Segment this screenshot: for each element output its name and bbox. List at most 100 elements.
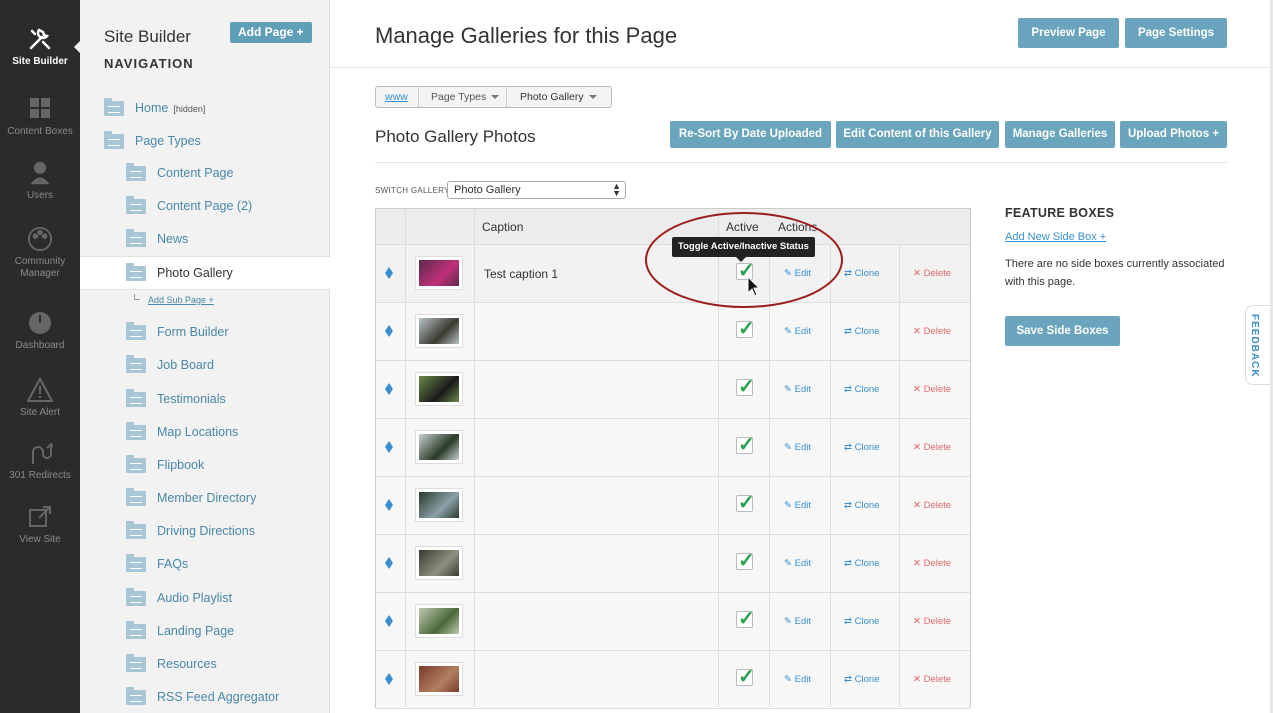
delete-button[interactable]: ✕ Delete (913, 268, 951, 279)
edit-gallery-content-button[interactable]: Edit Content of this Gallery (836, 121, 999, 148)
active-checkbox[interactable]: ✓ (736, 666, 755, 688)
delete-button[interactable]: ✕ Delete (913, 442, 951, 453)
active-checkbox[interactable]: ✓ (736, 608, 755, 630)
drag-sort-icon[interactable] (385, 557, 394, 569)
rail-content-boxes[interactable]: Content Boxes (0, 96, 80, 138)
active-checkbox[interactable]: ✓ (736, 492, 755, 514)
clone-button[interactable]: ⇄ Clone (844, 674, 879, 685)
edit-button[interactable]: ✎ Edit (784, 558, 811, 569)
delete-button[interactable]: ✕ Delete (913, 500, 951, 511)
nav-item-page-types[interactable]: Page Types (80, 126, 330, 156)
switch-gallery-select[interactable]: Photo Gallery ▲ ▼ (447, 181, 626, 199)
table-row: ✓ ✎ Edit ⇄ Clone ✕ Delete (376, 361, 970, 419)
nav-item-faqs[interactable]: FAQs (80, 549, 330, 579)
rail-site-alert[interactable]: Site Alert (0, 377, 80, 419)
feedback-tab[interactable]: FEEDBACK (1245, 305, 1273, 385)
nav-item-label: Map Locations (157, 425, 239, 439)
folder-icon (126, 263, 146, 281)
delete-button[interactable]: ✕ Delete (913, 616, 951, 627)
delete-button[interactable]: ✕ Delete (913, 384, 951, 395)
nav-item-photo-gallery[interactable]: Photo Gallery (80, 256, 330, 290)
nav-item-landing-page[interactable]: Landing Page (80, 616, 330, 646)
rail-users[interactable]: Users (0, 160, 80, 202)
nav-item-audio-playlist[interactable]: Audio Playlist (80, 583, 330, 613)
nav-item-content-page[interactable]: Content Page (80, 158, 330, 188)
delete-button[interactable]: ✕ Delete (913, 558, 951, 569)
clone-label: Clone (854, 442, 880, 453)
folder-icon (126, 196, 146, 214)
breadcrumb-page-types[interactable]: Page Types (431, 91, 500, 103)
add-sub-page-link[interactable]: Add Sub Page + (148, 295, 214, 305)
nav-item-job-board[interactable]: Job Board (80, 350, 330, 380)
nav-item-label: Job Board (157, 358, 214, 372)
nav-item-label: Flipbook (157, 458, 205, 472)
rail-community-manager[interactable]: Community Manager (0, 226, 80, 280)
rail-site-builder[interactable]: Site Builder (0, 26, 80, 68)
folder-icon (126, 229, 146, 247)
drag-sort-icon[interactable] (385, 499, 394, 511)
clone-label: Clone (854, 384, 880, 395)
active-checkbox[interactable]: ✓ (736, 550, 755, 572)
delete-button[interactable]: ✕ Delete (913, 326, 951, 337)
checkmark-icon: ✓ (738, 376, 755, 398)
nav-item-resources[interactable]: Resources (80, 649, 330, 679)
nav-item-news[interactable]: News (80, 224, 330, 254)
preview-page-button[interactable]: Preview Page (1018, 18, 1119, 48)
drag-sort-icon[interactable] (385, 383, 394, 395)
clone-button[interactable]: ⇄ Clone (844, 558, 879, 569)
select-arrows-icon: ▲ ▼ (612, 181, 621, 198)
photo-thumbnail (415, 314, 463, 348)
nav-item-member-directory[interactable]: Member Directory (80, 483, 330, 513)
drag-sort-icon[interactable] (385, 325, 394, 337)
page-settings-button[interactable]: Page Settings (1125, 18, 1227, 48)
clone-button[interactable]: ⇄ Clone (844, 268, 879, 279)
clone-button[interactable]: ⇄ Clone (844, 442, 879, 453)
edit-button[interactable]: ✎ Edit (784, 674, 811, 685)
sub-page-arrow-icon (134, 294, 140, 300)
nav-item-content-page-2[interactable]: Content Page (2) (80, 191, 330, 221)
nav-item-driving-directions[interactable]: Driving Directions (80, 516, 330, 546)
clone-button[interactable]: ⇄ Clone (844, 616, 879, 627)
clone-button[interactable]: ⇄ Clone (844, 500, 879, 511)
table-row: ✓ ✎ Edit ⇄ Clone ✕ Delete (376, 419, 970, 477)
add-page-button[interactable]: Add Page + (230, 22, 312, 43)
nav-item-form-builder[interactable]: Form Builder (80, 317, 330, 347)
nav-item-home[interactable]: Home [hidden] (80, 93, 330, 123)
upload-photos-button[interactable]: Upload Photos + (1120, 121, 1227, 148)
table-row: ✓ ✎ Edit ⇄ Clone ✕ Delete (376, 651, 970, 709)
clone-label: Clone (854, 616, 880, 627)
nav-item-flipbook[interactable]: Flipbook (80, 450, 330, 480)
active-checkbox[interactable]: ✓ (736, 318, 755, 340)
resort-button[interactable]: Re-Sort By Date Uploaded (670, 121, 831, 148)
folder-icon (126, 621, 146, 639)
active-checkbox[interactable]: ✓ (736, 376, 755, 398)
add-side-box-link[interactable]: Add New Side Box + (1005, 231, 1106, 243)
active-checkbox[interactable]: ✓ (736, 434, 755, 456)
edit-button[interactable]: ✎ Edit (784, 500, 811, 511)
manage-galleries-button[interactable]: Manage Galleries (1005, 121, 1115, 148)
breadcrumb-photo-gallery[interactable]: Photo Gallery (520, 91, 597, 103)
drag-sort-icon[interactable] (385, 267, 394, 279)
delete-label: Delete (923, 558, 952, 569)
edit-button[interactable]: ✎ Edit (784, 326, 811, 337)
clone-label: Clone (854, 326, 880, 337)
rail-dashboard[interactable]: Dashboard (0, 310, 80, 352)
drag-sort-icon[interactable] (385, 615, 394, 627)
nav-item-testimonials[interactable]: Testimonials (80, 384, 330, 414)
save-side-boxes-button[interactable]: Save Side Boxes (1005, 316, 1120, 346)
edit-button[interactable]: ✎ Edit (784, 616, 811, 627)
clone-button[interactable]: ⇄ Clone (844, 384, 879, 395)
nav-item-map-locations[interactable]: Map Locations (80, 417, 330, 447)
rail-view-site[interactable]: View Site (0, 504, 80, 546)
edit-button[interactable]: ✎ Edit (784, 384, 811, 395)
clone-button[interactable]: ⇄ Clone (844, 326, 879, 337)
photo-caption: Test caption 1 (484, 267, 559, 281)
breadcrumb-root-link[interactable]: www (385, 91, 408, 103)
photo-thumbnail (415, 256, 463, 290)
drag-sort-icon[interactable] (385, 441, 394, 453)
drag-sort-icon[interactable] (385, 673, 394, 685)
nav-item-rss-feed-aggregator[interactable]: RSS Feed Aggregator (80, 682, 330, 712)
edit-button[interactable]: ✎ Edit (784, 442, 811, 453)
rail-301-redirects[interactable]: 301 Redirects (0, 440, 80, 482)
delete-button[interactable]: ✕ Delete (913, 674, 951, 685)
